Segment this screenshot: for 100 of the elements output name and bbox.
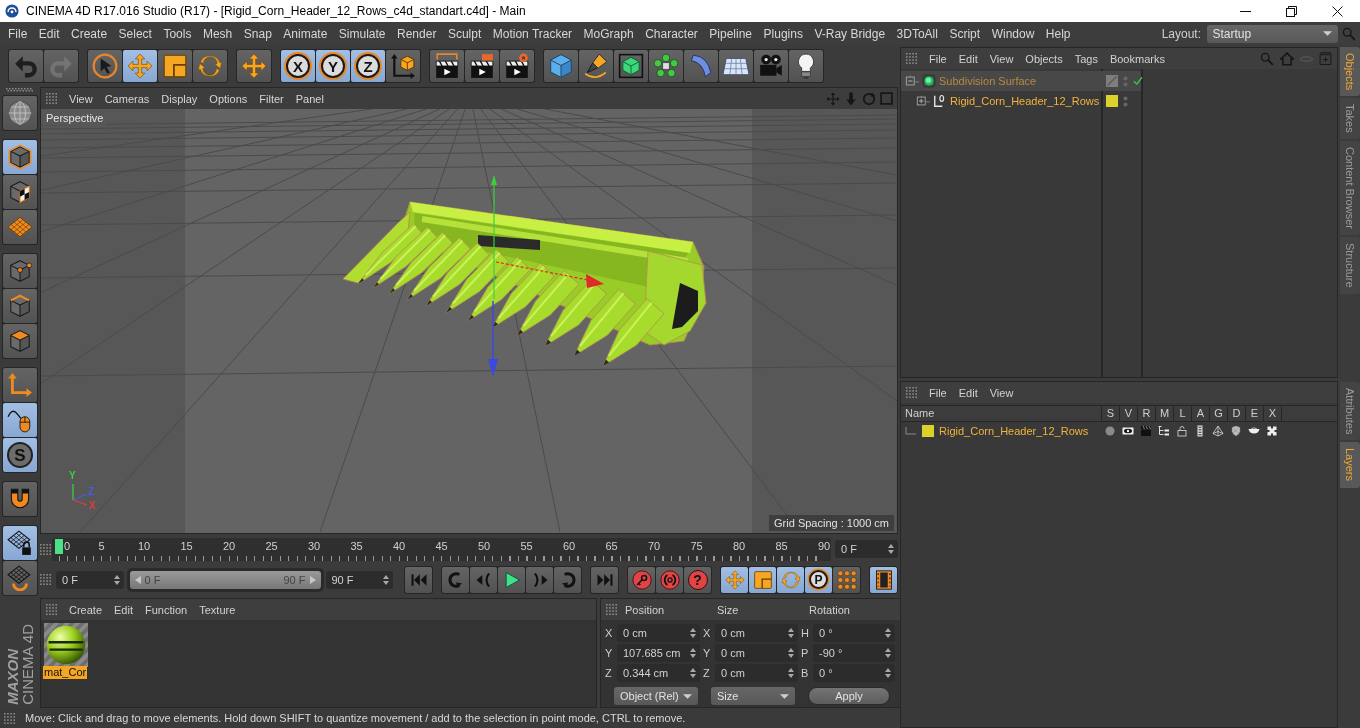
menu-item[interactable]: Edit bbox=[958, 52, 978, 65]
grip-icon[interactable] bbox=[6, 88, 34, 92]
expand-icon[interactable] bbox=[916, 95, 930, 107]
menu-item[interactable]: File bbox=[929, 52, 947, 65]
menu-item[interactable]: Script bbox=[949, 26, 981, 41]
coordinate-field[interactable]: 0 cm bbox=[715, 624, 798, 642]
coordinate-field[interactable]: 0 cm bbox=[715, 664, 798, 682]
last-tool-button[interactable] bbox=[237, 50, 271, 82]
floor-button[interactable] bbox=[719, 50, 753, 82]
column-header[interactable]: G bbox=[1209, 406, 1227, 421]
key-parameter-button[interactable]: P bbox=[805, 566, 832, 593]
menu-item[interactable]: File bbox=[929, 386, 947, 399]
render-picture-button[interactable] bbox=[465, 50, 499, 82]
column-header[interactable]: R bbox=[1137, 406, 1155, 421]
menu-item[interactable]: Tools bbox=[163, 26, 192, 41]
grip-icon[interactable] bbox=[606, 604, 617, 615]
axis-lock-button[interactable]: Z bbox=[351, 50, 385, 82]
menu-item[interactable]: Tags bbox=[1074, 52, 1098, 65]
corn-header-model-drawing[interactable] bbox=[342, 201, 707, 367]
apply-button[interactable]: Apply bbox=[808, 687, 890, 705]
menu-item[interactable]: View bbox=[989, 386, 1014, 399]
layer-row[interactable]: Rigid_Corn_Header_12_Rows bbox=[901, 422, 1337, 439]
key-pla-button[interactable] bbox=[833, 566, 860, 593]
cube-button[interactable] bbox=[544, 50, 578, 82]
coordinate-field[interactable]: 0 ° bbox=[813, 624, 895, 642]
menu-item[interactable]: Render bbox=[397, 26, 437, 41]
column-header[interactable]: D bbox=[1227, 406, 1245, 421]
pen-tool-button[interactable] bbox=[579, 50, 613, 82]
menu-item[interactable]: 3DToAll bbox=[896, 26, 938, 41]
coordinate-field[interactable]: -90 ° bbox=[813, 644, 895, 662]
collapse-icon[interactable] bbox=[905, 75, 919, 87]
menu-item[interactable]: Objects bbox=[1025, 52, 1063, 65]
menu-item[interactable]: MoGraph bbox=[583, 26, 634, 41]
menu-item[interactable]: Animate bbox=[283, 26, 328, 41]
edges-mode-button[interactable] bbox=[3, 289, 37, 323]
layer-color-icon[interactable] bbox=[1106, 95, 1118, 107]
panel-tab[interactable]: Takes bbox=[1340, 98, 1360, 140]
panel-tab[interactable]: Attributes bbox=[1340, 382, 1360, 441]
menu-item[interactable]: V-Ray Bridge bbox=[814, 26, 886, 41]
layer-color-icon[interactable] bbox=[922, 424, 934, 437]
points-mode-button[interactable] bbox=[3, 254, 37, 288]
grip-icon[interactable] bbox=[46, 93, 57, 104]
undo-button[interactable] bbox=[9, 50, 43, 82]
menu-item[interactable]: Pipeline bbox=[709, 26, 753, 41]
column-header[interactable]: A bbox=[1191, 406, 1209, 421]
menu-item[interactable]: Texture bbox=[199, 603, 236, 616]
menu-item[interactable]: Character bbox=[645, 26, 698, 41]
menu-item[interactable]: Create bbox=[71, 26, 108, 41]
padlock-icon[interactable] bbox=[1176, 424, 1188, 437]
menu-item[interactable]: Mesh bbox=[202, 26, 233, 41]
grip-icon[interactable] bbox=[40, 543, 51, 555]
menu-item[interactable]: Function bbox=[145, 603, 188, 616]
solo-dot-icon[interactable] bbox=[1104, 424, 1116, 437]
menu-item[interactable]: Edit bbox=[958, 386, 978, 399]
menu-item[interactable]: Simulate bbox=[338, 26, 386, 41]
make-editable-button[interactable] bbox=[3, 96, 37, 130]
menu-item[interactable]: Filter bbox=[259, 92, 284, 105]
column-header[interactable]: E bbox=[1245, 406, 1263, 421]
snap-button[interactable] bbox=[3, 482, 37, 516]
menu-item[interactable]: Options bbox=[209, 92, 248, 105]
coordinate-field[interactable]: 0.344 cm bbox=[617, 664, 700, 682]
end-frame-field[interactable]: 90 F bbox=[325, 570, 393, 589]
scale-tool-button[interactable] bbox=[158, 50, 192, 82]
coordinate-field[interactable]: 107.685 cm bbox=[617, 644, 700, 662]
panel-tab[interactable]: Objects bbox=[1340, 47, 1360, 97]
enabled-check-icon[interactable] bbox=[1133, 76, 1143, 86]
grip-icon[interactable] bbox=[4, 712, 15, 724]
shield-icon[interactable] bbox=[1230, 424, 1242, 437]
right-arrow-icon[interactable] bbox=[309, 575, 316, 584]
menu-item[interactable]: Plugins bbox=[763, 26, 803, 41]
menu-item[interactable]: Edit bbox=[38, 26, 60, 41]
axis-lock-button[interactable]: Y bbox=[316, 50, 350, 82]
lock-workplane-button[interactable] bbox=[3, 526, 37, 560]
menu-item[interactable]: View bbox=[69, 92, 93, 105]
next-key-button[interactable] bbox=[554, 566, 581, 593]
column-header[interactable]: Name bbox=[901, 406, 1101, 421]
render-view-button[interactable] bbox=[430, 50, 464, 82]
menu-item[interactable]: Sculpt bbox=[447, 26, 482, 41]
menu-item[interactable]: Snap bbox=[243, 26, 272, 41]
menu-item[interactable]: View bbox=[989, 52, 1014, 65]
timeline-ruler[interactable]: 0 5 10 15 20 25 30 35 40 45 50 55 60 65 70 75 80 85 90 bbox=[52, 537, 831, 561]
x-axis-arrow[interactable] bbox=[495, 261, 604, 288]
light-button[interactable] bbox=[789, 50, 823, 82]
pyramid-icon[interactable] bbox=[1212, 424, 1224, 437]
object-row[interactable]: Rigid_Corn_Header_12_Rows bbox=[901, 91, 1337, 111]
column-header[interactable]: M bbox=[1155, 406, 1173, 421]
go-to-end-button[interactable] bbox=[591, 566, 618, 593]
solo-button[interactable]: S bbox=[3, 438, 37, 472]
menu-item[interactable]: Create bbox=[69, 603, 103, 616]
axis-mode-button[interactable] bbox=[3, 368, 37, 402]
axis-lock-button[interactable]: X bbox=[281, 50, 315, 82]
menu-item[interactable]: Edit bbox=[114, 603, 133, 616]
coordinate-field[interactable]: 0 cm bbox=[715, 644, 798, 662]
go-to-start-button[interactable] bbox=[405, 566, 432, 593]
column-header[interactable]: L bbox=[1173, 406, 1191, 421]
visibility-dots-icon[interactable] bbox=[1123, 95, 1128, 107]
key-position-button[interactable] bbox=[721, 566, 748, 593]
timeline-button[interactable] bbox=[870, 566, 897, 593]
layout-dropdown[interactable]: Startup bbox=[1206, 24, 1338, 43]
key-rotation-button[interactable] bbox=[777, 566, 804, 593]
